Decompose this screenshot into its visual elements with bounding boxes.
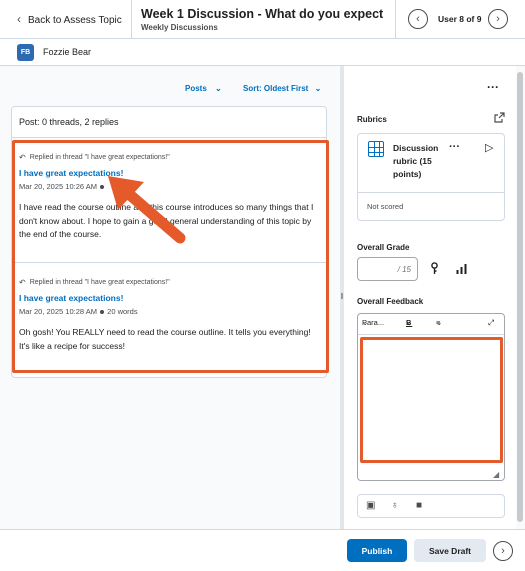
chevron-right-icon: › (501, 545, 505, 557)
topic-title-block: Week 1 Discussion - What do you expect f… (141, 7, 386, 32)
header-divider (131, 0, 132, 39)
rubric-title[interactable]: Discussion rubric (15 points) (393, 142, 453, 181)
grade-input[interactable]: / 15 (357, 257, 418, 281)
next-user-button[interactable]: › (488, 9, 508, 29)
stats-icon[interactable] (456, 263, 467, 274)
chevron-left-icon: ‹ (416, 13, 420, 25)
scrollbar-thumb[interactable] (517, 72, 523, 522)
attach-icon[interactable]: ▣ (366, 500, 375, 511)
sort-label: Sort: Oldest First (243, 84, 309, 93)
posts-filter-dropdown[interactable]: Posts ⌄ (185, 84, 222, 93)
rubric-more-icon[interactable]: ··· (449, 141, 460, 153)
editor-toolbar: Para... ⌄ B ⌄ ≡ ⌄ ⤢ (360, 318, 502, 332)
annotation-arrow (108, 176, 186, 244)
rubric-status: Not scored (367, 202, 404, 211)
rubric-grid-icon (368, 141, 384, 157)
back-to-assess-topic-link[interactable]: ‹ Back to Assess Topic (17, 12, 122, 27)
align-icon: ≡ (436, 318, 441, 327)
chevron-down-icon: ⌄ (215, 84, 222, 93)
posts-filter-label: Posts (185, 84, 207, 93)
divider (358, 192, 504, 193)
save-draft-button[interactable]: Save Draft (414, 539, 486, 562)
next-button[interactable]: › (493, 541, 513, 561)
user-name: Fozzie Bear (43, 47, 92, 57)
align-dropdown[interactable]: ≡ ⌄ (436, 318, 442, 327)
key-icon[interactable] (430, 262, 439, 275)
user-bar: FB Fozzie Bear (0, 39, 525, 66)
chevron-right-icon: › (496, 13, 500, 25)
page-subtitle: Weekly Discussions (141, 23, 218, 32)
paragraph-label: Para... (362, 318, 385, 327)
divider (12, 137, 326, 138)
highlight-box-feedback (360, 337, 503, 463)
bold-button[interactable]: B ⌄ (406, 318, 412, 327)
back-label: Back to Assess Topic (28, 14, 122, 26)
video-icon[interactable]: ■ (416, 500, 422, 511)
chevron-down-icon: ⌄ (314, 84, 322, 93)
paragraph-format-dropdown[interactable]: Para... ⌄ (362, 318, 384, 327)
sort-dropdown[interactable]: Sort: Oldest First ⌄ (243, 84, 321, 93)
chevron-left-icon: ‹ (17, 12, 21, 26)
previous-user-button[interactable]: ‹ (408, 9, 428, 29)
publish-button[interactable]: Publish (347, 539, 407, 562)
resize-handle-icon[interactable]: ◢ (493, 470, 499, 479)
overall-feedback-label: Overall Feedback (357, 297, 424, 306)
top-header: ‹ Back to Assess Topic Week 1 Discussion… (0, 0, 525, 39)
divider (358, 334, 504, 335)
attachment-bar: ▣ ♁ ■ (357, 494, 505, 518)
post-summary: Post: 0 threads, 2 replies (19, 117, 119, 127)
expand-icon[interactable]: ⤢ (488, 318, 494, 328)
user-count: User 8 of 9 (438, 14, 482, 24)
rubric-expand-chevron-icon[interactable]: ▷ (485, 141, 493, 154)
rubrics-label: Rubrics (357, 115, 387, 124)
page-title: Week 1 Discussion - What do you expect f… (141, 7, 386, 21)
mic-icon[interactable]: ♁ (391, 500, 399, 511)
overall-grade-label: Overall Grade (357, 243, 410, 252)
avatar: FB (17, 44, 34, 61)
header-divider (395, 0, 396, 39)
scrollbar[interactable] (516, 66, 525, 529)
bold-label: B (406, 318, 412, 327)
popout-icon[interactable] (494, 112, 505, 123)
more-icon[interactable]: ··· (487, 80, 499, 94)
